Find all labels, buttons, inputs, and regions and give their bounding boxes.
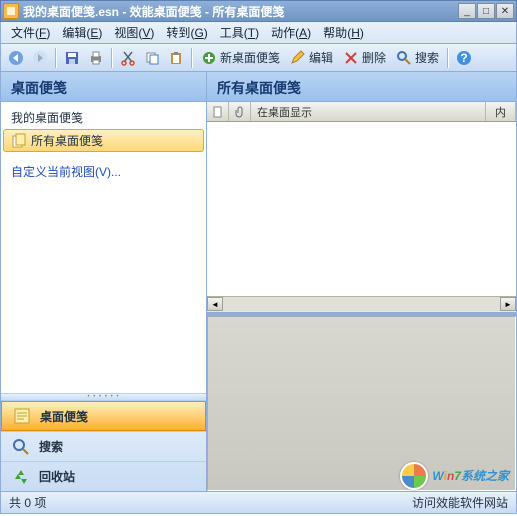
status-bar: 共 0 项 访问效能软件网站 xyxy=(0,492,517,514)
new-note-button[interactable]: 新桌面便笺 xyxy=(197,47,284,69)
toolbar-separator xyxy=(447,48,449,68)
col-show-on-desktop[interactable]: 在桌面显示 xyxy=(251,102,486,121)
preview-pane xyxy=(207,316,516,492)
content-header: 所有桌面便笺 xyxy=(207,72,516,102)
window-titlebar: 我的桌面便笺.esn - 效能桌面便笺 - 所有桌面便笺 _ □ ✕ xyxy=(0,0,517,22)
scroll-right-button[interactable]: ► xyxy=(500,297,516,311)
sidebar-splitter[interactable]: • • • • • • xyxy=(1,393,206,401)
cut-button[interactable] xyxy=(117,47,139,69)
search-label: 搜索 xyxy=(415,49,439,66)
magnifier-icon xyxy=(11,437,31,457)
save-button[interactable] xyxy=(61,47,83,69)
plus-icon xyxy=(201,50,217,66)
recycle-icon xyxy=(11,467,31,487)
status-link[interactable]: 访问效能软件网站 xyxy=(412,494,508,511)
content-pane: 所有桌面便笺 在桌面显示 内 ◄ ► xyxy=(207,72,516,491)
notes-icon xyxy=(11,133,27,149)
print-button[interactable] xyxy=(85,47,107,69)
nav-search[interactable]: 搜索 xyxy=(1,431,206,461)
app-icon xyxy=(3,3,19,19)
status-count: 共 0 项 xyxy=(9,494,46,511)
col-attach[interactable] xyxy=(229,102,251,121)
menu-action[interactable]: 动作(A) xyxy=(265,22,317,43)
toolbar-separator xyxy=(55,48,57,68)
customize-view-link[interactable]: 自定义当前视图(V)... xyxy=(3,160,204,183)
window-title: 我的桌面便笺.esn - 效能桌面便笺 - 所有桌面便笺 xyxy=(23,3,458,20)
edit-label: 编辑 xyxy=(309,49,333,66)
search-button[interactable]: 搜索 xyxy=(392,47,443,69)
pencil-icon xyxy=(290,50,306,66)
forward-button[interactable] xyxy=(29,47,51,69)
menu-bar: 文件(F) 编辑(E) 视图(V) 转到(G) 工具(T) 动作(A) 帮助(H… xyxy=(0,22,517,44)
paperclip-icon xyxy=(234,106,246,118)
toolbar: 新桌面便笺 编辑 删除 搜索 ? xyxy=(0,44,517,72)
close-button[interactable]: ✕ xyxy=(496,3,514,19)
sidebar: 桌面便笺 我的桌面便笺 所有桌面便笺 自定义当前视图(V)... • • • •… xyxy=(1,72,207,491)
delete-button[interactable]: 删除 xyxy=(339,47,390,69)
menu-view[interactable]: 视图(V) xyxy=(108,22,160,43)
nav-recycle[interactable]: 回收站 xyxy=(1,461,206,491)
paste-button[interactable] xyxy=(165,47,187,69)
help-button[interactable]: ? xyxy=(453,47,475,69)
note-icon xyxy=(12,406,32,426)
scroll-track[interactable] xyxy=(223,297,500,311)
list-body[interactable] xyxy=(207,122,516,296)
menu-edit[interactable]: 编辑(E) xyxy=(56,22,108,43)
x-icon xyxy=(343,50,359,66)
main-area: 桌面便笺 我的桌面便笺 所有桌面便笺 自定义当前视图(V)... • • • •… xyxy=(0,72,517,492)
toolbar-separator xyxy=(111,48,113,68)
tree-root[interactable]: 我的桌面便笺 xyxy=(3,106,204,129)
edit-button[interactable]: 编辑 xyxy=(286,47,337,69)
list-header: 在桌面显示 内 xyxy=(207,102,516,122)
tree-all-notes[interactable]: 所有桌面便笺 xyxy=(3,129,204,152)
menu-goto[interactable]: 转到(G) xyxy=(160,22,213,43)
scroll-left-button[interactable]: ◄ xyxy=(207,297,223,311)
delete-label: 删除 xyxy=(362,49,386,66)
window-controls: _ □ ✕ xyxy=(458,3,514,19)
minimize-button[interactable]: _ xyxy=(458,3,476,19)
magnifier-icon xyxy=(396,50,412,66)
menu-tools[interactable]: 工具(T) xyxy=(214,22,265,43)
col-icon[interactable] xyxy=(207,102,229,121)
new-note-label: 新桌面便笺 xyxy=(220,49,280,66)
svg-text:?: ? xyxy=(460,51,467,65)
nav-notes[interactable]: 桌面便笺 xyxy=(1,401,206,431)
sidebar-nav: 桌面便笺 搜索 回收站 xyxy=(1,401,206,491)
back-button[interactable] xyxy=(5,47,27,69)
copy-button[interactable] xyxy=(141,47,163,69)
horizontal-scrollbar[interactable]: ◄ ► xyxy=(207,296,516,312)
menu-file[interactable]: 文件(F) xyxy=(5,22,56,43)
page-icon xyxy=(212,106,224,118)
maximize-button[interactable]: □ xyxy=(477,3,495,19)
col-content[interactable]: 内 xyxy=(486,102,516,121)
toolbar-separator xyxy=(191,48,193,68)
sidebar-header: 桌面便笺 xyxy=(1,72,206,102)
menu-help[interactable]: 帮助(H) xyxy=(317,22,370,43)
sidebar-tree: 我的桌面便笺 所有桌面便笺 自定义当前视图(V)... xyxy=(1,102,206,393)
